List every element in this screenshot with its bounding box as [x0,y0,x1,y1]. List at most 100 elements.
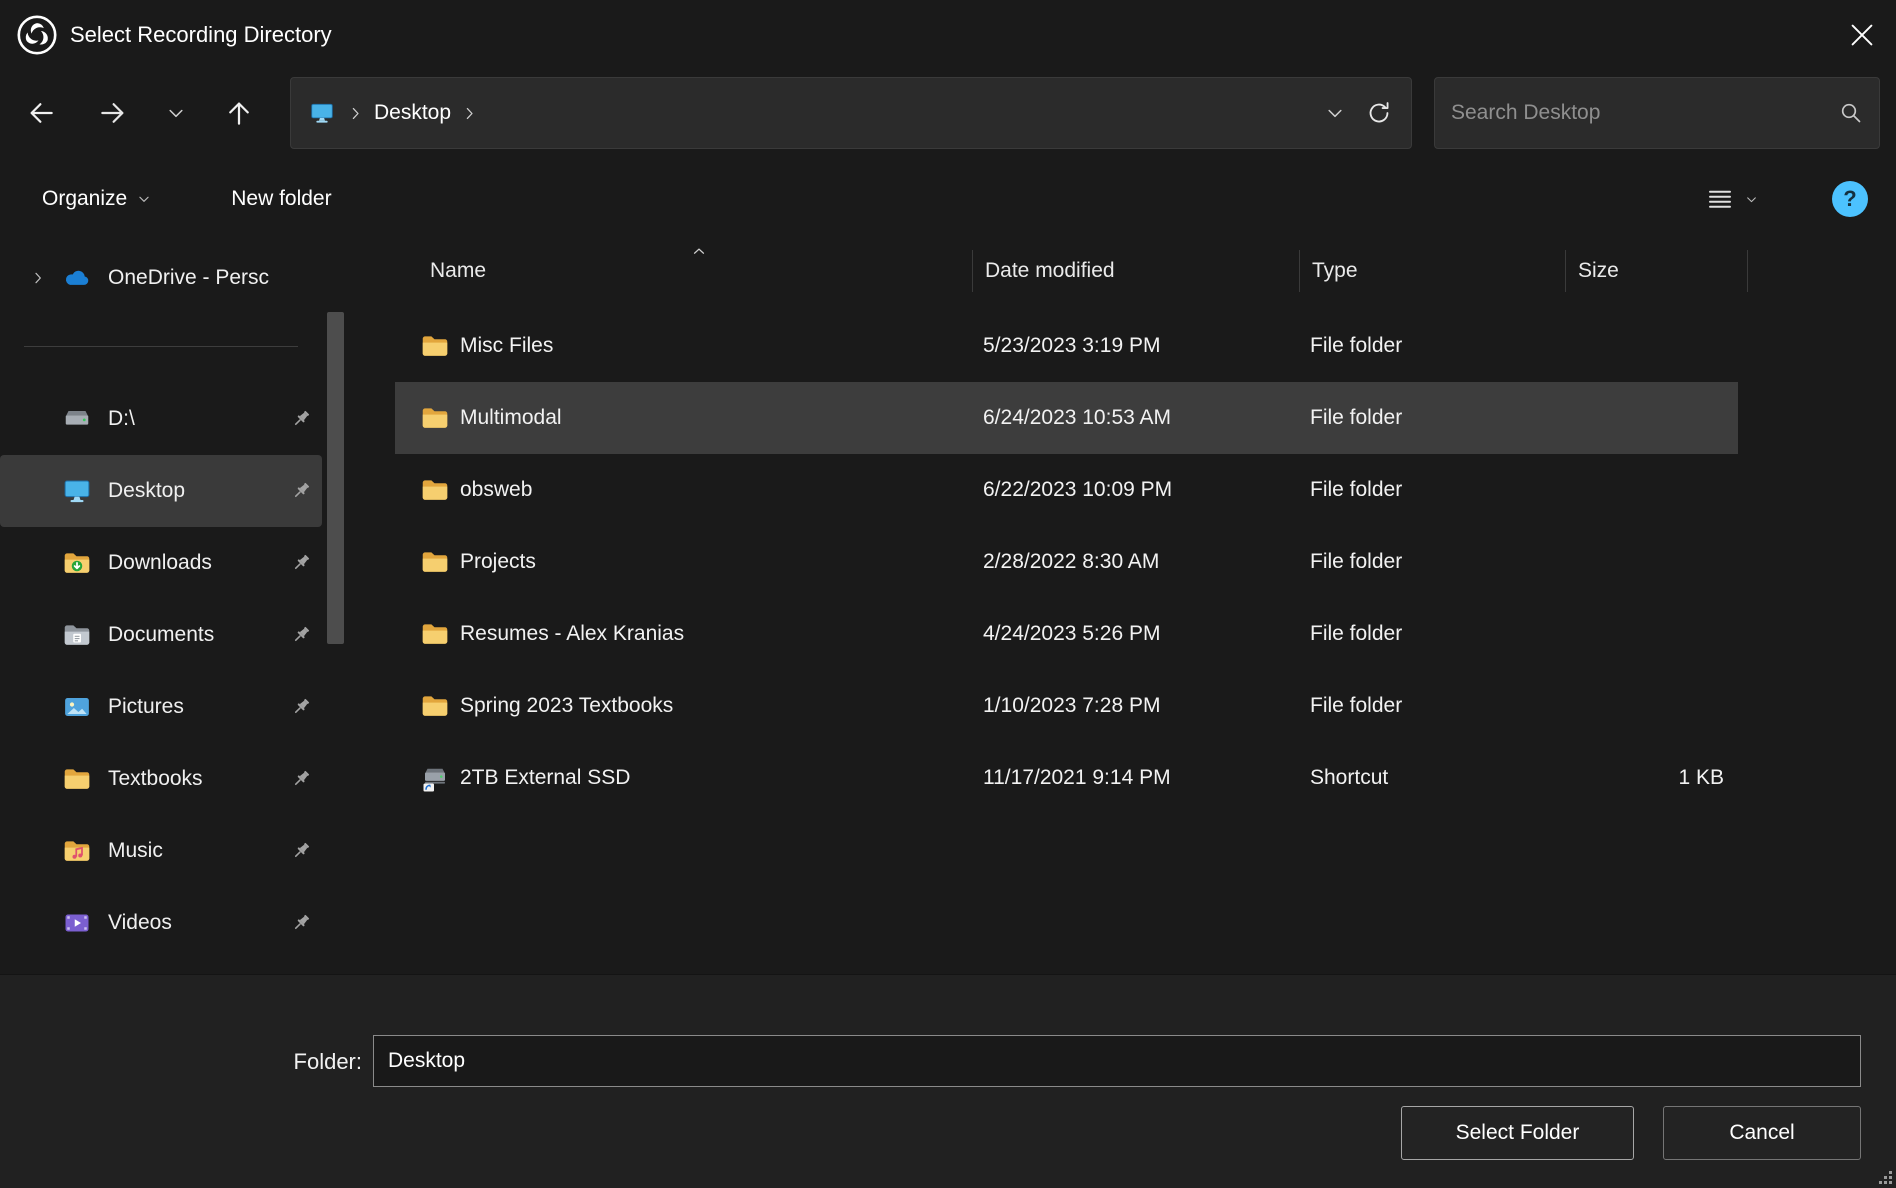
file-row-obsweb[interactable]: obsweb 6/22/2023 10:09 PM File folder [395,454,1738,526]
file-row-resumes[interactable]: Resumes - Alex Kranias 4/24/2023 5:26 PM… [395,598,1738,670]
sidebar-item-downloads[interactable]: Downloads [0,527,322,599]
recent-locations-button[interactable] [156,84,196,142]
pin-icon [288,478,314,504]
file-name: Resumes - Alex Kranias [460,622,684,646]
back-button[interactable] [12,84,70,142]
folder-name-input[interactable] [373,1035,1861,1087]
search-box [1434,77,1880,149]
help-button[interactable]: ? [1832,181,1868,217]
sidebar-item-label: Documents [108,623,288,647]
refresh-button[interactable] [1357,84,1401,142]
toolbar-right-group: ? [1691,174,1868,224]
window-title: Select Recording Directory [70,22,332,48]
folder-icon [62,764,92,794]
file-name: Spring 2023 Textbooks [460,694,673,718]
pictures-icon [62,692,92,722]
list-header: Name Date modified Type Size [360,242,1896,300]
up-arrow-icon [224,98,254,128]
chevron-right-icon[interactable] [14,270,62,286]
file-date: 1/10/2023 7:28 PM [973,694,1300,718]
column-header-type[interactable]: Type [1300,242,1566,300]
breadcrumb-chevron-icon [347,105,364,122]
file-date: 4/24/2023 5:26 PM [973,622,1300,646]
back-arrow-icon [26,98,56,128]
drive-icon [62,404,92,434]
file-list-pane: Name Date modified Type Size Misc Files … [360,242,1896,974]
folder-icon [420,691,450,721]
pin-icon [288,550,314,576]
file-row-external-ssd[interactable]: 2TB External SSD 11/17/2021 9:14 PM Shor… [395,742,1738,814]
file-date: 6/24/2023 10:53 AM [973,406,1300,430]
file-name: obsweb [460,478,532,502]
chevron-down-icon [137,192,151,206]
organize-button[interactable]: Organize [28,177,165,221]
file-name: Projects [460,550,536,574]
sidebar-item-label: Desktop [108,479,288,503]
select-folder-button[interactable]: Select Folder [1401,1106,1634,1160]
folder-icon [420,403,450,433]
downloads-folder-icon [62,548,92,578]
pin-icon [288,910,314,936]
dialog-footer: Folder: Select Folder Cancel [0,974,1896,1188]
sidebar-item-music[interactable]: Music [0,815,322,887]
cancel-button[interactable]: Cancel [1663,1106,1861,1160]
navigation-sidebar: OneDrive - Persc D:\ [0,242,360,974]
drive-shortcut-icon [420,763,450,793]
file-date: 11/17/2021 9:14 PM [973,766,1300,790]
up-button[interactable] [210,84,268,142]
breadcrumb-chevron-icon [461,105,478,122]
resize-grip[interactable] [1876,1168,1892,1184]
onedrive-icon [62,263,92,293]
file-date: 6/22/2023 10:09 PM [973,478,1300,502]
address-dropdown-button[interactable] [1313,84,1357,142]
file-row-misc-files[interactable]: Misc Files 5/23/2023 3:19 PM File folder [395,310,1738,382]
search-icon [1839,101,1863,125]
file-size: 1 KB [1566,766,1738,790]
new-folder-button[interactable]: New folder [217,177,345,221]
sidebar-item-pictures[interactable]: Pictures [0,671,322,743]
column-header-date-modified[interactable]: Date modified [973,242,1300,300]
file-row-spring-textbooks[interactable]: Spring 2023 Textbooks 1/10/2023 7:28 PM … [395,670,1738,742]
sidebar-item-videos[interactable]: Videos [0,887,322,959]
close-icon [1851,24,1873,46]
sidebar-item-d-drive[interactable]: D:\ [0,383,322,455]
address-bar[interactable]: Desktop [290,77,1412,149]
navigation-bar: Desktop [0,70,1896,156]
select-recording-directory-dialog: Select Recording Directory [0,0,1896,1188]
chevron-down-icon [1325,103,1345,123]
desktop-icon [307,98,337,128]
file-type: File folder [1300,622,1566,646]
sidebar-item-textbooks[interactable]: Textbooks [0,743,322,815]
sidebar-item-onedrive[interactable]: OneDrive - Persc [0,242,322,314]
pin-icon [288,622,314,648]
sidebar-item-label: Textbooks [108,767,288,791]
file-name: Multimodal [460,406,562,430]
organize-label: Organize [42,187,127,211]
sidebar-item-label: D:\ [108,407,288,431]
file-name: 2TB External SSD [460,766,630,790]
search-input[interactable] [1451,101,1839,125]
column-header-name[interactable]: Name [360,242,973,300]
folder-icon [420,619,450,649]
sidebar-item-documents[interactable]: Documents [0,599,322,671]
forward-arrow-icon [98,98,128,128]
column-header-size[interactable]: Size [1566,242,1748,300]
new-folder-label: New folder [231,187,331,211]
documents-folder-icon [62,620,92,650]
file-row-multimodal[interactable]: Multimodal 6/24/2023 10:53 AM File folde… [395,382,1738,454]
sidebar-item-label: Downloads [108,551,288,575]
file-date: 5/23/2023 3:19 PM [973,334,1300,358]
obs-logo-icon [16,14,58,56]
file-date: 2/28/2022 8:30 AM [973,550,1300,574]
close-button[interactable] [1828,0,1896,70]
sidebar-item-desktop[interactable]: Desktop [0,455,322,527]
scrollbar-thumb[interactable] [327,312,344,644]
forward-button[interactable] [84,84,142,142]
sidebar-item-label: OneDrive - Persc [108,266,322,290]
view-options-button[interactable] [1691,174,1772,224]
breadcrumb-item-desktop[interactable]: Desktop [374,101,451,125]
file-row-projects[interactable]: Projects 2/28/2022 8:30 AM File folder [395,526,1738,598]
file-name: Misc Files [460,334,553,358]
sidebar-scrollbar [327,246,344,968]
pin-icon [288,838,314,864]
